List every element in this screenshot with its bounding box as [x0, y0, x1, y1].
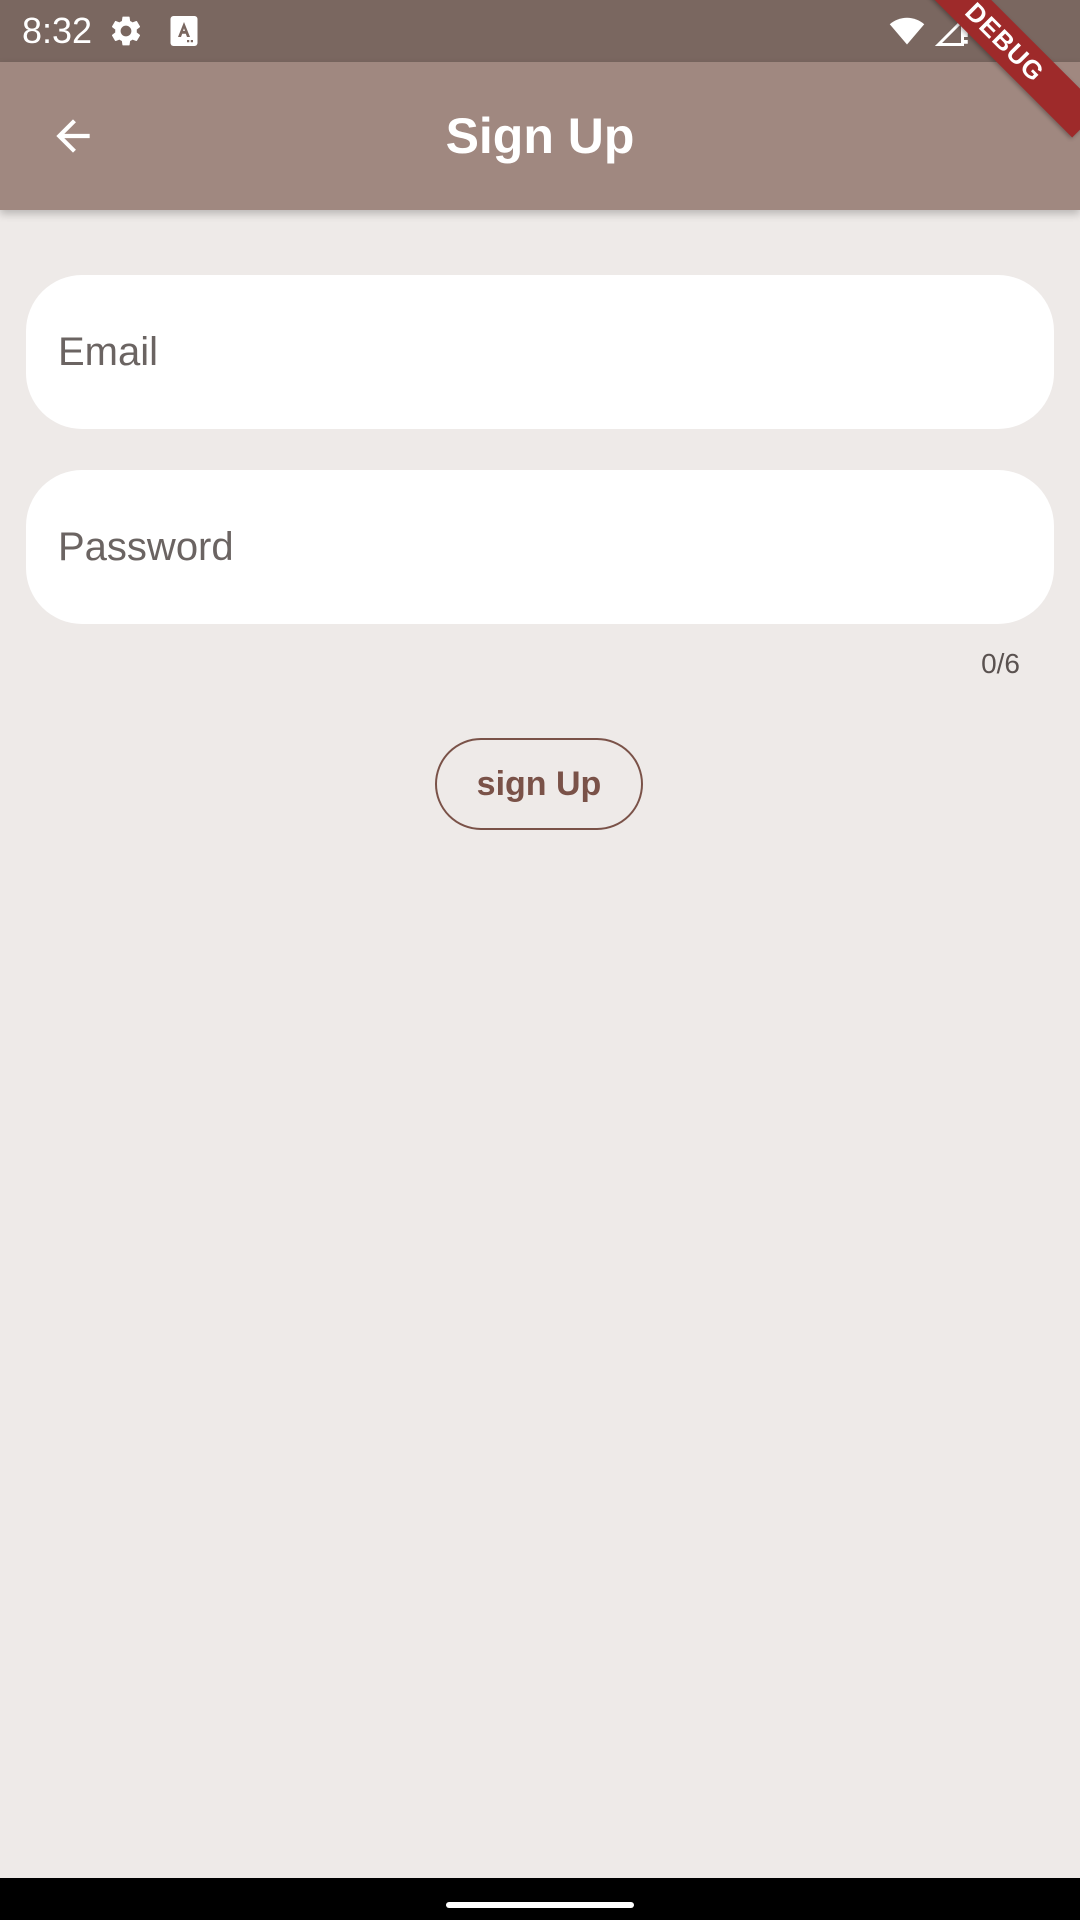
email-input[interactable] — [58, 275, 1018, 429]
password-input[interactable] — [58, 470, 1018, 624]
text-format-icon — [166, 13, 202, 49]
back-button[interactable] — [36, 99, 110, 173]
system-nav-bar — [0, 1878, 1080, 1920]
password-field[interactable] — [26, 470, 1054, 624]
status-bar: 8:32 — [0, 0, 1080, 62]
password-char-counter: 0/6 — [981, 648, 1020, 679]
home-gesture-handle[interactable] — [446, 1902, 634, 1908]
email-field[interactable] — [26, 275, 1054, 429]
arrow-back-icon — [56, 119, 90, 153]
wifi-icon — [888, 13, 925, 49]
page-title: Sign Up — [445, 108, 635, 164]
sign-up-button[interactable]: sign Up — [435, 738, 643, 830]
gear-icon — [108, 13, 144, 49]
app-bar: Sign Up — [0, 62, 1080, 210]
status-time: 8:32 — [22, 10, 93, 51]
